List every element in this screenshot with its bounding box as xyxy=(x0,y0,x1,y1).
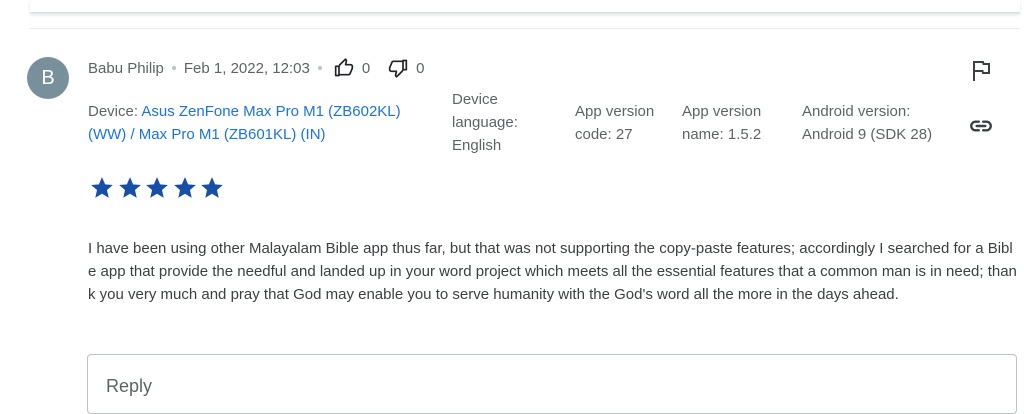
top-card-edge xyxy=(30,0,1020,13)
review-header: Babu Philip Feb 1, 2022, 12:03 0 0 xyxy=(88,58,425,78)
link-icon[interactable] xyxy=(968,113,994,139)
thumb-down-icon xyxy=(389,59,408,78)
review-date: Feb 1, 2022, 12:03 xyxy=(183,59,310,77)
author-name: Babu Philip xyxy=(88,59,164,77)
flag-icon[interactable] xyxy=(969,59,993,83)
separator-dot xyxy=(171,66,176,70)
app-version-name: App version name: 1.5.2 xyxy=(682,103,762,143)
device-label: Device: xyxy=(88,103,142,120)
thumbs-down-button[interactable]: 0 xyxy=(388,58,425,78)
reply-placeholder: Reply xyxy=(106,376,153,396)
avatar: B xyxy=(27,57,69,99)
thumbs-up-button[interactable]: 0 xyxy=(334,58,370,78)
device-info: Device: Asus ZenFone Max Pro M1 (ZB602KL… xyxy=(88,100,438,146)
star-icon xyxy=(118,177,141,198)
app-version-code: App version code: 27 xyxy=(575,103,655,143)
device-language: Device language: English xyxy=(452,91,518,154)
star-rating xyxy=(89,175,227,201)
separator-dot xyxy=(317,66,322,70)
avatar-letter: B xyxy=(41,66,55,89)
star-icon xyxy=(146,177,168,198)
review-text: I have been using other Malayalam Bible … xyxy=(88,240,1017,303)
thumb-up-icon xyxy=(334,58,353,77)
thumbs-up-count: 0 xyxy=(361,59,371,77)
android-version: Android version: Android 9 (SDK 28) xyxy=(802,103,933,143)
divider xyxy=(30,28,1020,29)
star-icon xyxy=(91,177,113,198)
thumbs-down-count: 0 xyxy=(416,59,425,77)
star-icon xyxy=(201,177,223,198)
star-icon xyxy=(173,177,196,198)
reply-input[interactable]: Reply xyxy=(87,354,1017,414)
